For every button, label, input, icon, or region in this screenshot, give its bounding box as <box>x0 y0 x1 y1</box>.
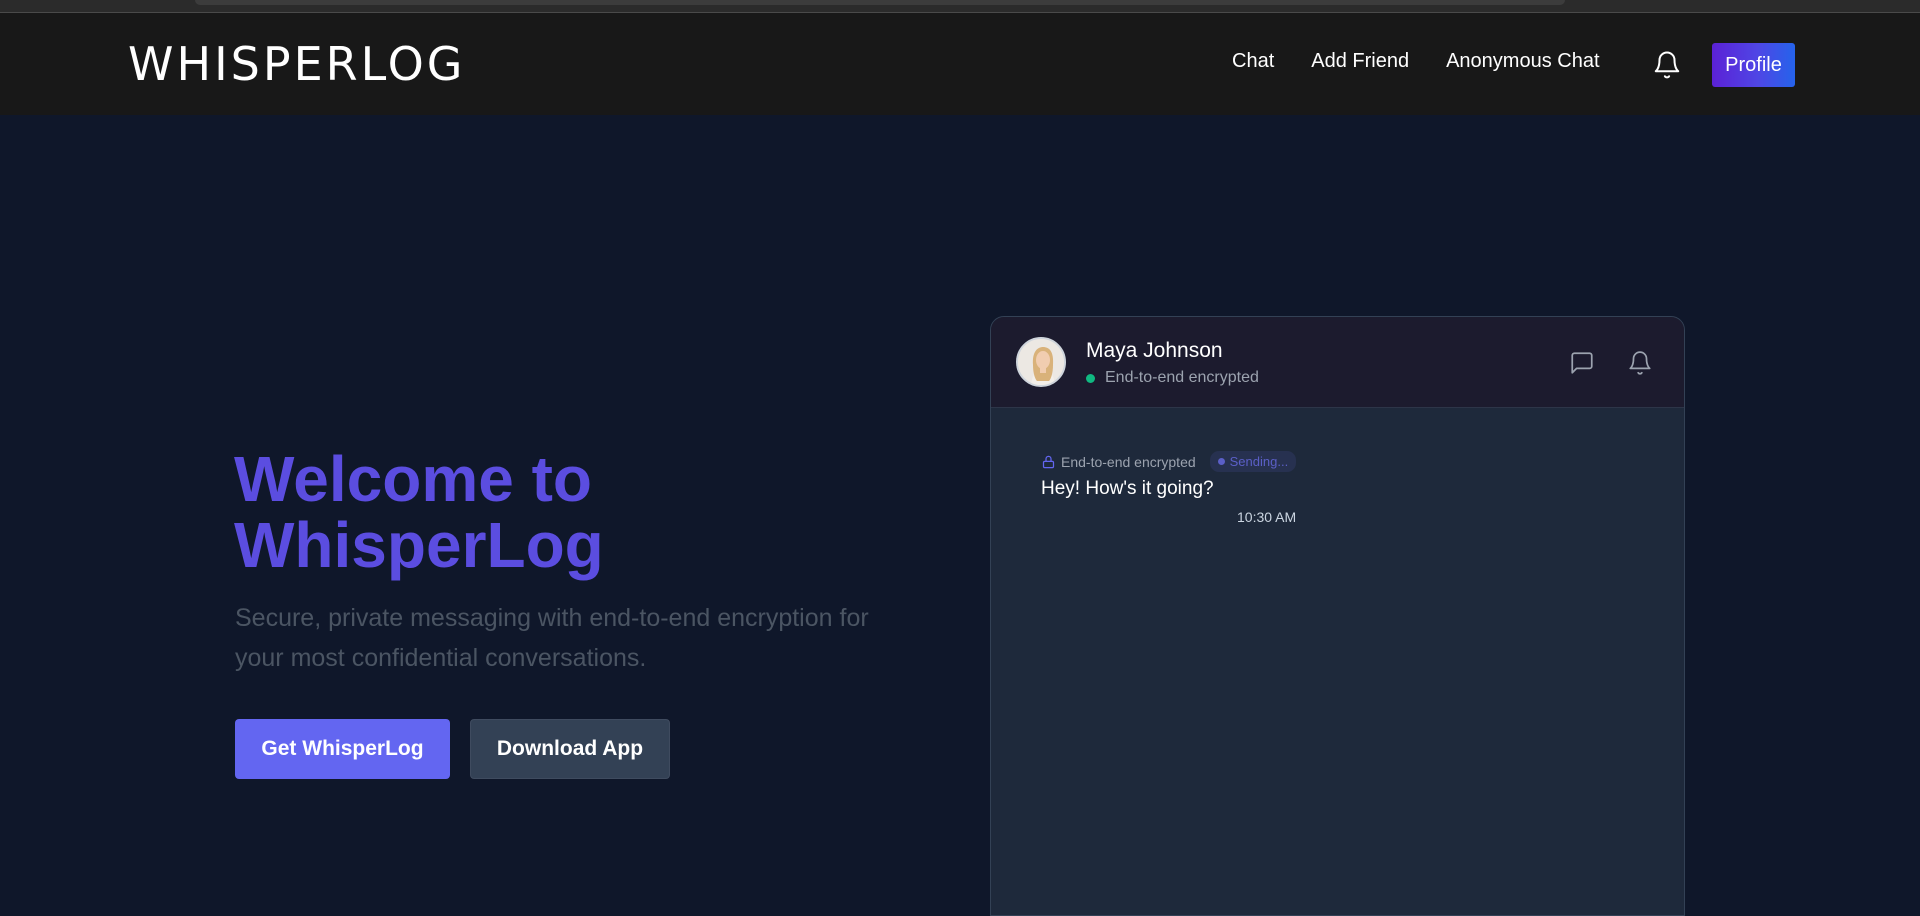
nav-link-add-friend[interactable]: Add Friend <box>1311 50 1409 73</box>
contact-name: Maya Johnson <box>1086 339 1223 362</box>
avatar[interactable] <box>1016 337 1066 387</box>
sending-dot <box>1217 458 1225 465</box>
browser-chrome-strip <box>0 0 1920 13</box>
contact-status: End-to-end encrypted <box>1086 369 1259 387</box>
notifications-bell-icon[interactable] <box>1652 49 1682 81</box>
nav-link-chat[interactable]: Chat <box>1232 50 1274 73</box>
nav-links: Chat Add Friend Anonymous Chat <box>1232 50 1637 73</box>
message-timestamp: 10:30 AM <box>1237 509 1297 525</box>
nav-link-anonymous-chat[interactable]: Anonymous Chat <box>1446 50 1599 73</box>
profile-button[interactable]: Profile <box>1712 43 1795 87</box>
chat-preview-card: Maya Johnson End-to-end encrypted End-to… <box>990 316 1685 916</box>
contact-status-text: End-to-end encrypted <box>1105 369 1259 386</box>
lock-icon <box>1041 454 1056 470</box>
get-whisperlog-button[interactable]: Get WhisperLog <box>235 719 450 779</box>
logo[interactable]: WHISPERLOG <box>128 37 465 91</box>
online-status-dot <box>1086 373 1095 383</box>
message-square-icon[interactable] <box>1569 350 1595 376</box>
address-bar-edge <box>195 0 1565 5</box>
encryption-label: End-to-end encrypted <box>1061 453 1196 470</box>
message-meta: End-to-end encrypted Sending... <box>1041 451 1297 472</box>
chat-header: Maya Johnson End-to-end encrypted <box>991 317 1684 408</box>
status-badge: Sending... <box>1209 451 1297 472</box>
top-navbar: WHISPERLOG Chat Add Friend Anonymous Cha… <box>0 13 1920 115</box>
bell-icon[interactable] <box>1627 350 1653 376</box>
hero-subtitle: Secure, private messaging with end-to-en… <box>235 604 869 672</box>
hero-title: Welcome to WhisperLog <box>234 443 604 581</box>
sending-label: Sending... <box>1229 454 1289 469</box>
download-app-button[interactable]: Download App <box>470 719 670 779</box>
message-text: Hey! How's it going? <box>1041 478 1214 499</box>
